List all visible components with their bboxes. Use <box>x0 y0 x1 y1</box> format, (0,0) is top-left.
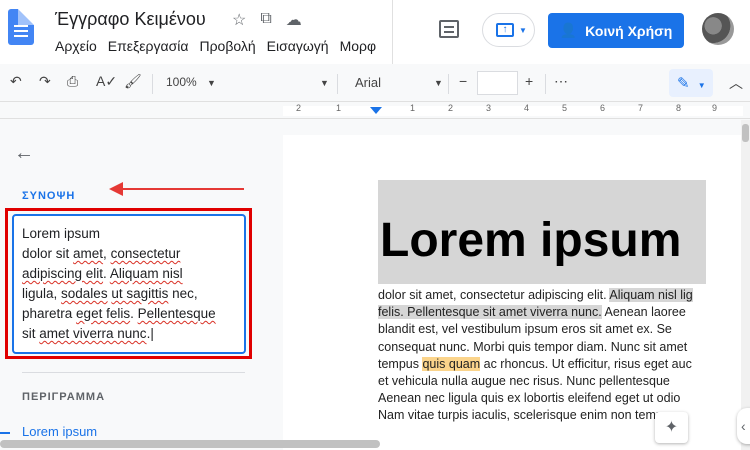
undo-icon[interactable]: ↶ <box>10 73 22 90</box>
menu-format[interactable]: Μορφ <box>340 38 377 54</box>
ruler-tick: 9 <box>712 103 718 113</box>
pencil-icon: ✎ <box>677 75 690 92</box>
ruler-tick: 8 <box>676 103 682 113</box>
outline-item[interactable]: Lorem ipsum <box>22 424 97 439</box>
body-line: felis. Pellentesque sit amet viverra nun… <box>378 305 686 320</box>
ruler[interactable]: 2 1 1 2 3 4 5 6 7 8 9 <box>0 103 750 119</box>
menu-bar: Αρχείο Επεξεργασία Προβολή Εισαγωγή Μορφ <box>55 38 376 54</box>
toolbar-divider <box>545 74 546 94</box>
zoom-caret-icon[interactable]: ▼ <box>207 78 216 88</box>
scrollbar-thumb[interactable] <box>742 124 749 142</box>
summary-line: pharetra eget felis. Pellentesque <box>22 306 216 321</box>
present-icon: ↑ <box>496 23 514 37</box>
body-line: et vehicula nulla augue nec risus. Nunc … <box>378 374 670 389</box>
font-select[interactable]: Arial <box>355 75 381 90</box>
ruler-scale <box>283 106 743 116</box>
sidebar-divider <box>22 372 245 373</box>
font-caret-icon[interactable]: ▼ <box>434 78 443 88</box>
more-options-icon[interactable]: ⋯ <box>554 73 568 90</box>
avatar[interactable] <box>702 13 734 45</box>
menu-view[interactable]: Προβολή <box>199 38 255 54</box>
body-line: tempus quis quam ac rhoncus. Ut efficitu… <box>378 356 692 371</box>
ruler-tick: 4 <box>524 103 530 113</box>
back-arrow-icon[interactable]: ← <box>14 142 34 165</box>
ruler-tick: 3 <box>486 103 492 113</box>
document-body[interactable]: dolor sit amet, consectetur adipiscing e… <box>378 287 750 425</box>
toolbar: ↶ ↷ ⎙ A✓ 🖌 100% ▼ ▼ Arial ▼ − + ⋯ ✎ ▼ ︿ <box>0 64 750 102</box>
increase-font-size-icon[interactable]: + <box>525 73 533 89</box>
lock-person-icon: 👤 <box>559 22 578 38</box>
ruler-tick: 2 <box>448 103 454 113</box>
body-line: Aenean nec ligula quis ex lobortis eleif… <box>378 391 681 406</box>
style-caret-icon[interactable]: ▼ <box>320 78 329 88</box>
present-button[interactable]: ↑ ▼ <box>482 13 535 47</box>
document-heading[interactable]: Lorem ipsum <box>380 213 681 268</box>
toolbar-divider <box>448 74 449 94</box>
horizontal-scrollbar[interactable] <box>0 440 380 448</box>
zoom-select[interactable]: 100% <box>166 75 197 89</box>
title-icons: ☆ ⧉ ☁ <box>232 10 302 30</box>
body-line: consequat nunc. Morbi quis tempor diam. … <box>378 339 688 354</box>
body-line: blandit est, vel vestibulum ipsum eros s… <box>378 322 672 337</box>
menu-file[interactable]: Αρχείο <box>55 38 97 54</box>
redo-icon[interactable]: ↷ <box>39 73 51 90</box>
indent-marker[interactable] <box>370 107 382 114</box>
print-icon[interactable]: ⎙ <box>67 73 78 90</box>
ruler-tick: 6 <box>600 103 606 113</box>
paint-format-icon[interactable]: 🖌 <box>124 73 142 90</box>
toolbar-divider <box>152 74 153 94</box>
star-icon[interactable]: ☆ <box>232 10 246 30</box>
move-to-folder-icon[interactable]: ⧉ <box>260 10 271 30</box>
ruler-tick: 5 <box>562 103 568 113</box>
explore-icon[interactable]: ✦ <box>655 412 688 443</box>
menu-insert[interactable]: Εισαγωγή <box>267 38 329 54</box>
summary-line: dolor sit amet, consectetur <box>22 246 181 261</box>
annotation-arrow <box>109 182 244 196</box>
document-page[interactable]: Lorem ipsum dolor sit amet, consectetur … <box>283 135 750 450</box>
summary-line: Lorem ipsum <box>22 226 101 241</box>
ruler-tick: 1 <box>336 103 342 113</box>
header-actions: ↑ ▼ 👤 Κοινή Χρήση <box>392 0 750 64</box>
summary-line: adipiscing elit. Aliquam nisl <box>22 266 183 281</box>
summary-line: sit amet viverra nunc.| <box>22 326 154 341</box>
summary-heading: ΣΥΝΟΨΗ <box>22 190 76 202</box>
summary-textarea[interactable]: Lorem ipsum dolor sit amet, consectetur … <box>12 214 246 354</box>
document-title[interactable]: Έγγραφο Κειμένου <box>55 9 206 30</box>
outline-heading: ΠΕΡΙΓΡΑΜΜΑ <box>22 391 106 403</box>
body-line: dolor sit amet, consectetur adipiscing e… <box>378 288 693 302</box>
summary-line: ligula, sodales ut sagittis nec, <box>22 286 198 301</box>
ruler-tick: 1 <box>410 103 416 113</box>
comment-history-icon[interactable] <box>439 20 459 38</box>
body-line: Nam vitae turpis iaculis, scelerisque en… <box>378 408 686 423</box>
outline-active-indicator <box>0 432 10 434</box>
collapse-menu-icon[interactable]: ︿ <box>729 73 743 93</box>
ruler-tick: 2 <box>296 103 302 113</box>
chevron-down-icon: ▼ <box>697 81 706 90</box>
font-size-input[interactable] <box>477 71 518 95</box>
toolbar-divider <box>337 74 338 94</box>
spellcheck-icon[interactable]: A✓ <box>96 73 117 90</box>
side-panel-toggle-icon[interactable]: ‹ <box>737 408 750 444</box>
menu-edit[interactable]: Επεξεργασία <box>108 38 189 54</box>
share-label: Κοινή Χρήση <box>585 22 673 39</box>
editing-mode-button[interactable]: ✎ ▼ <box>669 69 713 97</box>
cloud-saved-icon[interactable]: ☁ <box>286 10 302 30</box>
vertical-scrollbar[interactable] <box>741 120 750 450</box>
chevron-down-icon: ▼ <box>519 26 527 35</box>
share-button[interactable]: 👤 Κοινή Χρήση <box>548 13 684 48</box>
decrease-font-size-icon[interactable]: − <box>459 73 467 89</box>
docs-logo-icon[interactable] <box>8 9 34 45</box>
ruler-tick: 7 <box>638 103 644 113</box>
document-outline-sidebar: ← ΣΥΝΟΨΗ Lorem ipsum dolor sit amet, con… <box>0 120 283 450</box>
